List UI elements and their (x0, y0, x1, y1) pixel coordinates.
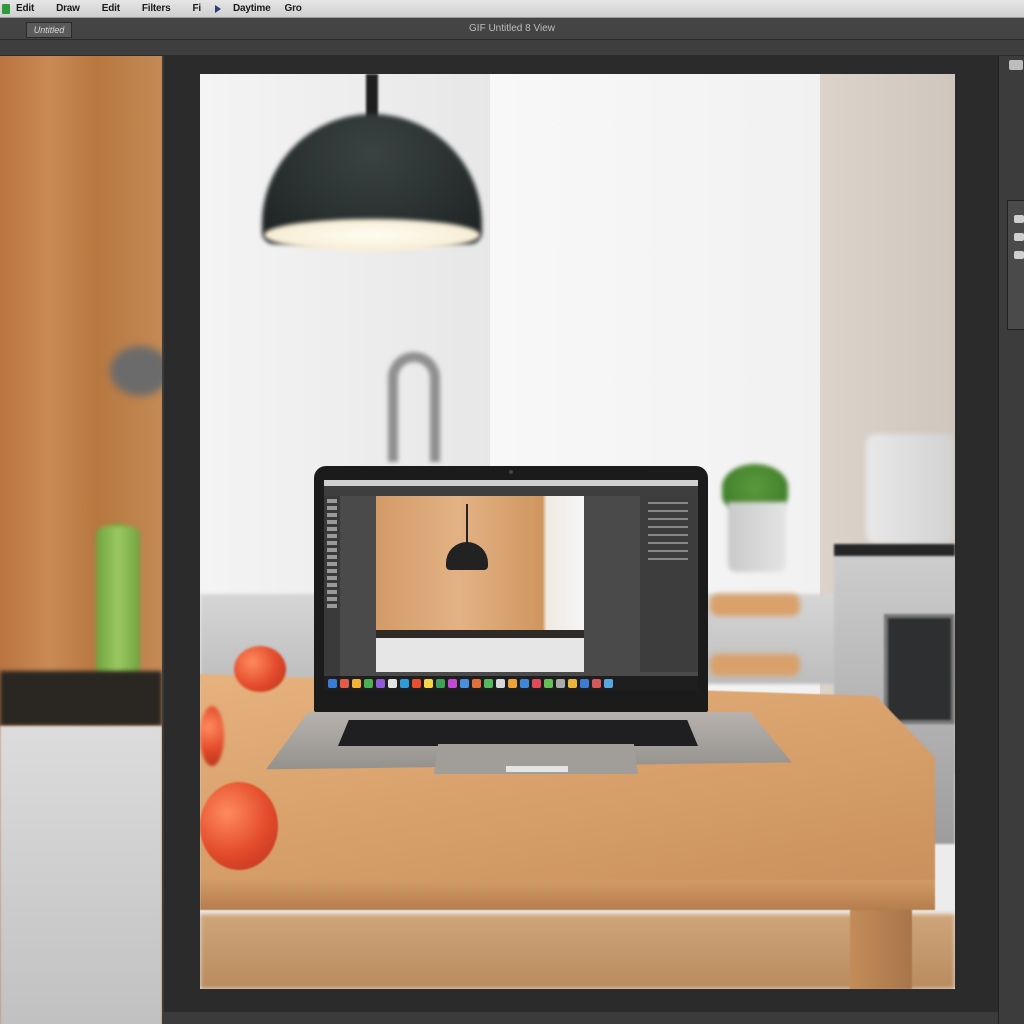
blurred-counter (0, 671, 162, 726)
scene-pendant-lamp (262, 74, 482, 251)
laptop-screen-lamp (446, 504, 488, 574)
oven-top (834, 544, 955, 556)
laptop-notch (506, 766, 568, 772)
laptop-screen-topbar (324, 486, 698, 496)
workspace-background-left (0, 56, 162, 1024)
document-title: GIF Untitled 8 View (469, 23, 555, 34)
scene-faucet (388, 352, 440, 462)
scene-laptop (266, 464, 792, 784)
table-edge (200, 880, 935, 910)
menu-item-fi[interactable]: Fi (192, 3, 201, 14)
app-logo-icon[interactable] (2, 3, 10, 14)
laptop-screen-toolbar (324, 496, 340, 676)
blurred-bottle (96, 526, 140, 676)
blurred-lamp (110, 346, 162, 396)
ruler-bar (0, 40, 1024, 56)
panel-icon[interactable] (1014, 233, 1024, 241)
laptop-screen-cabinet (376, 638, 584, 672)
laptop-camera (509, 470, 513, 474)
menu-bar: Edit Draw Edit Filters Fi Daytime Gro (0, 0, 1024, 18)
menu-item-filters[interactable]: Filters (142, 3, 171, 14)
panel-icon[interactable] (1014, 251, 1024, 259)
laptop-keyboard (338, 720, 698, 746)
menu-item-draw[interactable]: Draw (56, 3, 80, 14)
laptop-screen-counter (376, 630, 584, 638)
scene-tomato (200, 706, 224, 766)
canvas-image[interactable] (200, 74, 955, 989)
laptop-screen-panel (640, 496, 698, 672)
laptop-screen-dock (324, 676, 698, 690)
play-icon[interactable] (214, 4, 221, 13)
menu-item-gro[interactable]: Gro (284, 3, 301, 14)
right-panel (998, 56, 1024, 1024)
scene-jars (866, 434, 954, 544)
blurred-cabinet (0, 726, 162, 1024)
lamp-light (264, 219, 480, 251)
laptop-screen (324, 480, 698, 690)
panel-group (1007, 200, 1024, 330)
photo-editor-window: Edit Draw Edit Filters Fi Daytime Gro Un… (0, 0, 1024, 1024)
scene-tomato (200, 782, 278, 870)
menu-item-edit[interactable]: Edit (16, 3, 34, 14)
menu-item-daytime[interactable]: Daytime (233, 3, 271, 14)
menu-item-edit-2[interactable]: Edit (102, 3, 120, 14)
options-bar: Untitled GIF Untitled 8 View (0, 18, 1024, 40)
panel-icon[interactable] (1014, 215, 1024, 223)
dock-toggle-icon[interactable] (1009, 60, 1023, 70)
